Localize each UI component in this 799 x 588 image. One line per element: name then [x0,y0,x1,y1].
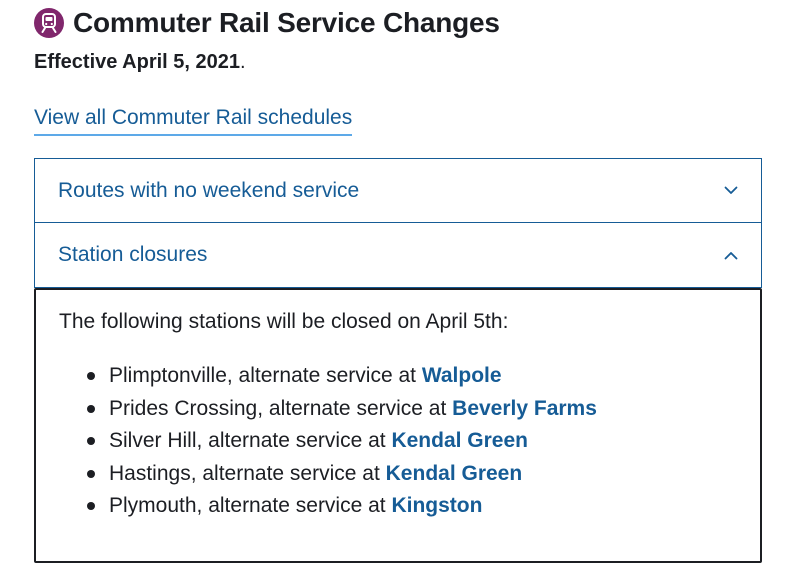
commuter-rail-train-icon [34,8,64,38]
view-schedules-link[interactable]: View all Commuter Rail schedules [34,104,353,136]
effective-date-label: Effective April 5, 2021 [34,51,241,73]
accordion-label: Routes with no weekend service [58,178,360,202]
accordion-label: Station closures [58,243,208,266]
effective-date: Effective April 5, 2021. [34,49,246,75]
bullet-icon [87,437,95,446]
station-closures-panel: The following stations will be closed on… [34,288,762,563]
bullet-icon [87,372,95,380]
closure-text: Hastings, alternate service at [109,461,386,485]
closure-text: Silver Hill, alternate service at [109,429,392,453]
list-item: Silver Hill, alternate service at Kendal… [87,425,736,458]
list-item: Prides Crossing, alternate service at Be… [87,393,736,426]
closures-intro: The following stations will be closed on… [59,310,509,333]
accordion-toggle-station-closures[interactable]: Station closures [34,223,762,288]
chevron-down-icon [723,183,739,199]
closure-text: Plymouth, alternate service at [109,494,392,518]
closure-text: Plimptonville, alternate service at [109,364,422,387]
accordion-toggle-weekend-service[interactable]: Routes with no weekend service [34,158,762,223]
closure-list: Plimptonville, alternate service at Walp… [59,360,736,523]
alternate-station-link[interactable]: Kingston [391,494,482,517]
alternate-station-link[interactable]: Beverly Farms [452,397,597,420]
list-item: Plimptonville, alternate service at Walp… [87,360,736,393]
bullet-icon [87,404,95,413]
list-item: Hastings, alternate service at Kendal Gr… [87,458,736,491]
alternate-station-link[interactable]: Kendal Green [391,429,528,452]
page-title: Commuter Rail Service Changes [73,7,500,38]
alternate-station-link[interactable]: Kendal Green [386,462,523,485]
bullet-icon [87,469,95,478]
effective-date-period: . [240,51,246,73]
service-changes-accordion: Routes with no weekend service Station c… [34,158,762,563]
alternate-station-link[interactable]: Walpole [422,364,502,387]
list-item: Plymouth, alternate service at Kingston [87,490,736,523]
closure-text: Prides Crossing, alternate service at [109,396,453,420]
page-header: Commuter Rail Service Changes [34,6,500,40]
chevron-up-icon [723,247,739,263]
bullet-icon [87,502,95,511]
